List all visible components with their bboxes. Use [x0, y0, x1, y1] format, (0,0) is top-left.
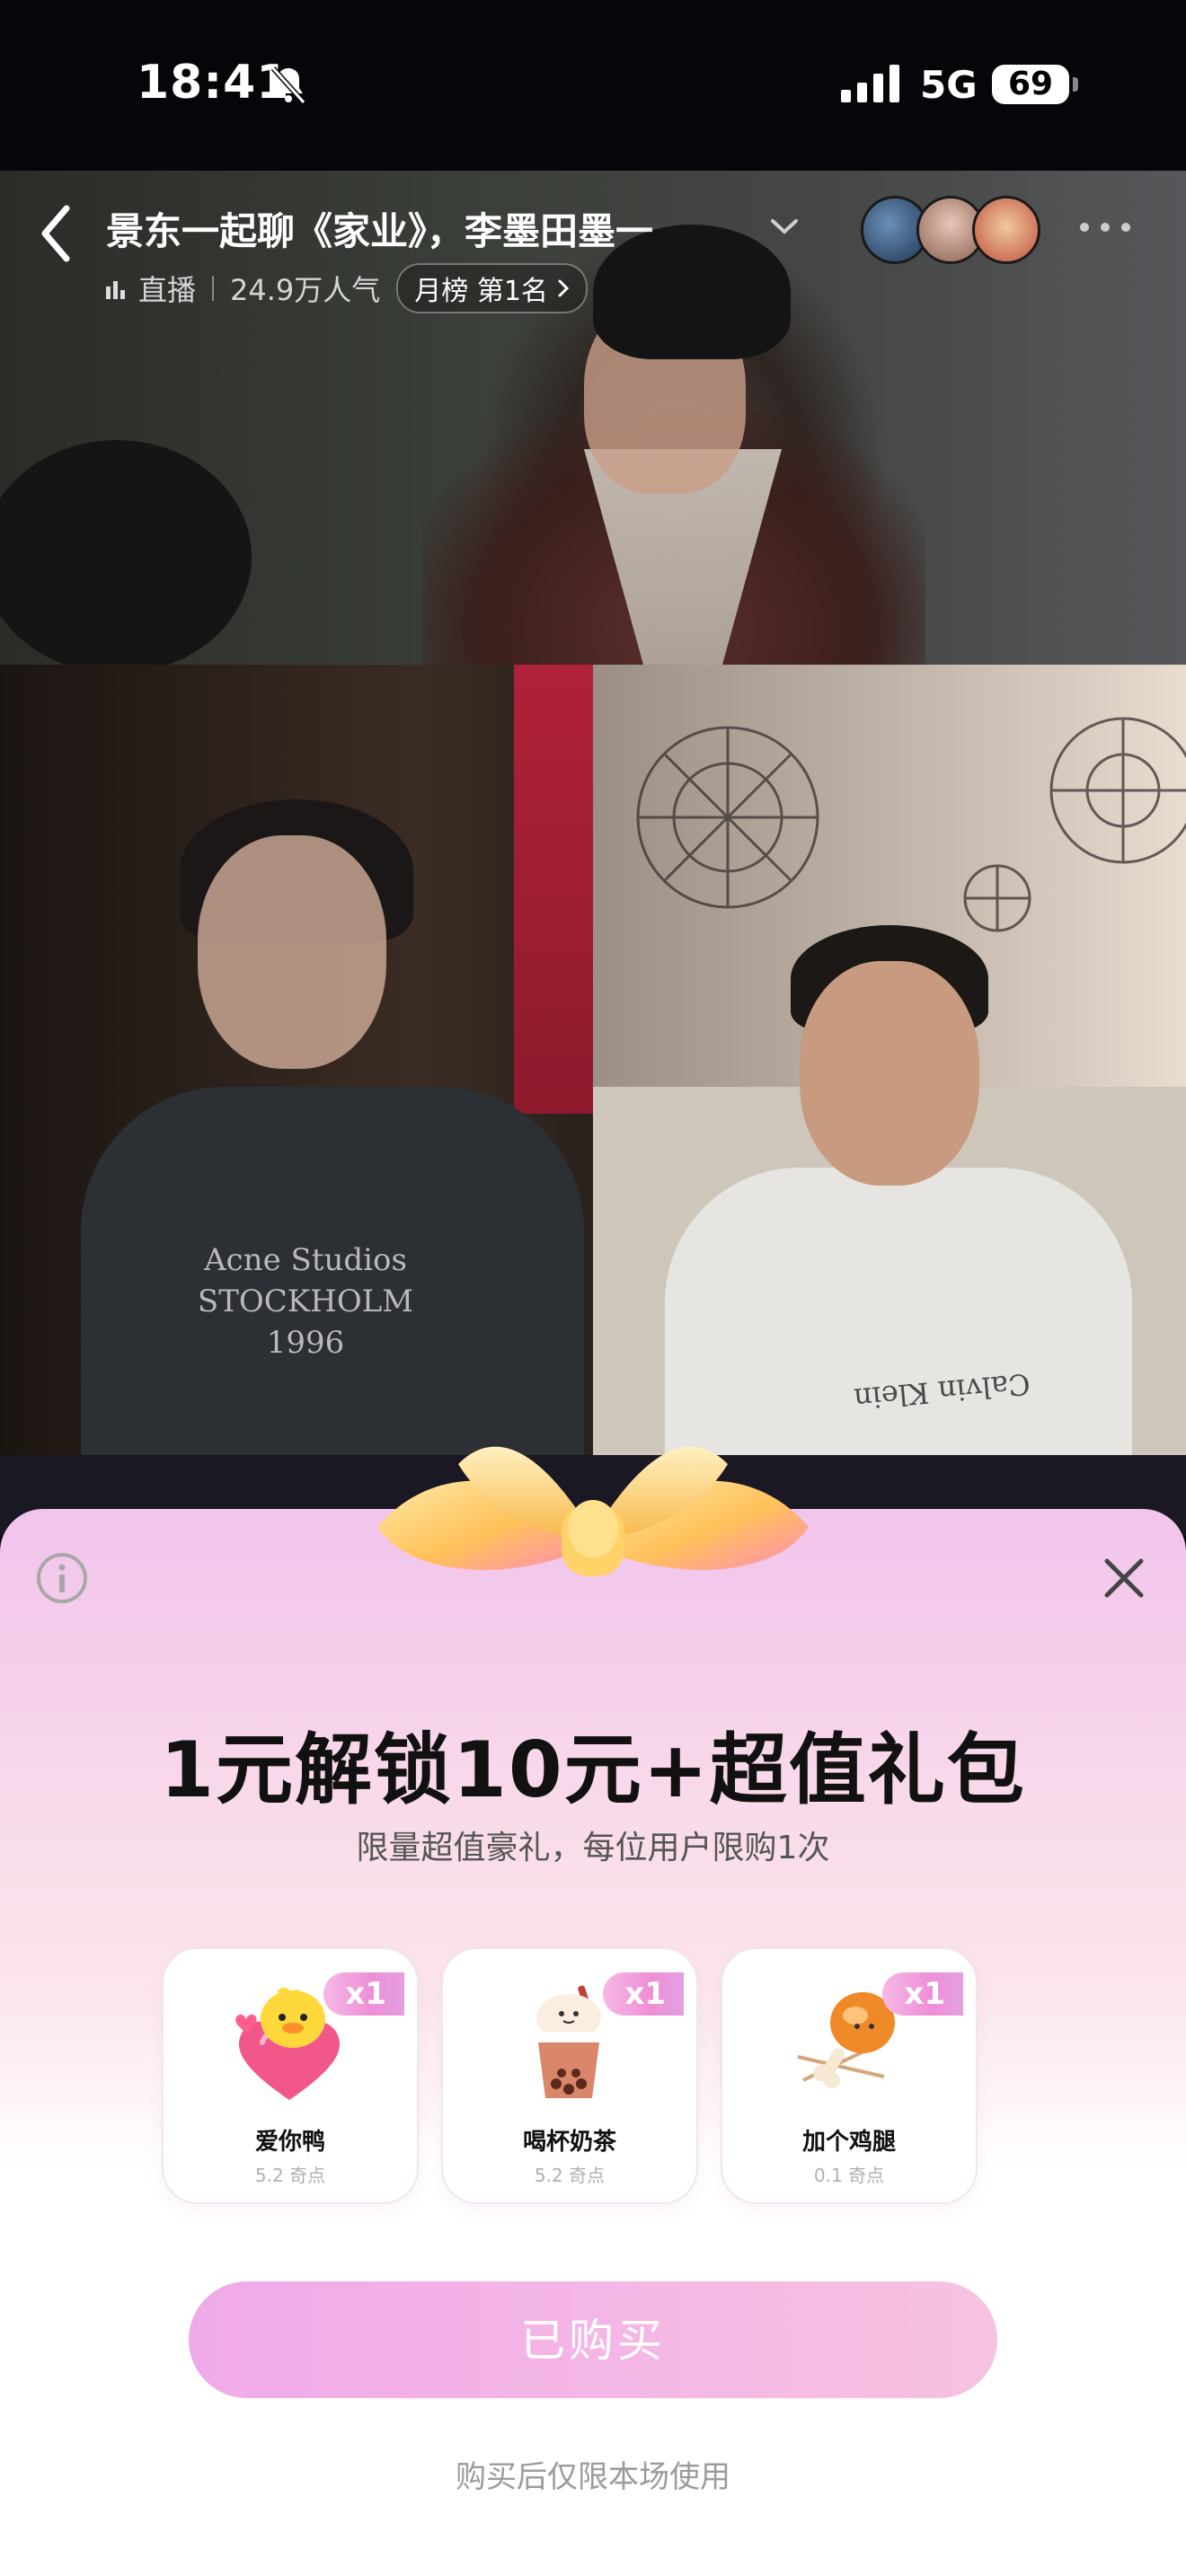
- meta-divider: [212, 276, 215, 301]
- signal-icon: [841, 65, 899, 102]
- rank-label: 月榜 第1名: [414, 276, 548, 307]
- chevron-right-icon: [558, 279, 570, 297]
- gift-bow-icon: [377, 1446, 809, 1576]
- gift-card[interactable]: x1 爱你鸭 5.2 奇点: [162, 1947, 419, 2204]
- offer-subline: 限量超值豪礼，每位用户限购1次: [356, 1830, 830, 1866]
- stream-header: 景东一起聊《家业》，李墨田墨一 直播 24.9万人气 月榜 第1名: [0, 171, 1186, 350]
- gift-price: 5.2 奇点: [254, 2165, 326, 2186]
- gift-name: 喝杯奶茶: [522, 2129, 616, 2156]
- quantity-badge: x1: [882, 1972, 963, 2016]
- gift-card[interactable]: x1 加个鸡腿 0.1 奇点: [721, 1947, 978, 2204]
- gift-name: 爱你鸭: [254, 2129, 325, 2156]
- red-banner-decor: [514, 665, 593, 1114]
- gift-card[interactable]: x1 喝杯奶茶 5.2 奇点: [441, 1947, 698, 2204]
- gift-price: 0.1 奇点: [813, 2165, 885, 2186]
- close-icon[interactable]: [1100, 1554, 1148, 1602]
- left-person-face: [198, 835, 386, 1069]
- offer-headline: 1元解锁10元+超值礼包: [160, 1725, 1026, 1815]
- purchase-button[interactable]: 已购买: [189, 2281, 997, 2398]
- video-left-feed[interactable]: Acne Studios STOCKHOLM 1996: [0, 665, 593, 1455]
- stream-meta: 直播 24.9万人气 月榜 第1名: [106, 263, 588, 313]
- live-bars-icon: [106, 281, 125, 299]
- viewer-avatars[interactable]: [861, 196, 1040, 264]
- gift-price: 5.2 奇点: [534, 2165, 606, 2186]
- avatar: [972, 196, 1040, 264]
- status-bar: 18:41 5G 69: [0, 0, 1186, 171]
- video-figure-left: [0, 440, 252, 665]
- info-icon[interactable]: [34, 1550, 90, 1606]
- stream-title[interactable]: 景东一起聊《家业》，李墨田墨一: [106, 201, 771, 256]
- bell-muted-icon: [270, 66, 306, 105]
- chevron-down-icon[interactable]: [769, 214, 800, 239]
- more-icon[interactable]: [1078, 221, 1132, 234]
- popularity-count: 24.9万人气: [230, 273, 381, 307]
- battery-indicator: 69: [992, 65, 1069, 104]
- rank-badge[interactable]: 月榜 第1名: [396, 263, 588, 313]
- gift-item-list: x1 爱你鸭 5.2 奇点 x1 喝杯奶茶 5.2 奇点 x1 加个鸡腿 0.1…: [162, 1947, 978, 2204]
- shirt-print-text: Acne Studios STOCKHOLM 1996: [197, 1242, 414, 1361]
- offer-footnote: 购买后仅限本场使用: [456, 2459, 730, 2495]
- back-arrow-icon[interactable]: [38, 203, 74, 264]
- quantity-badge: x1: [603, 1972, 684, 2016]
- quantity-badge: x1: [323, 1972, 404, 2016]
- video-right-feed[interactable]: Calvin Klein: [593, 665, 1186, 1455]
- right-person-face: [800, 961, 979, 1186]
- network-type: 5G: [920, 63, 978, 107]
- live-label: 直播: [138, 273, 197, 307]
- gift-name: 加个鸡腿: [801, 2129, 896, 2156]
- battery-nub: [1073, 77, 1078, 92]
